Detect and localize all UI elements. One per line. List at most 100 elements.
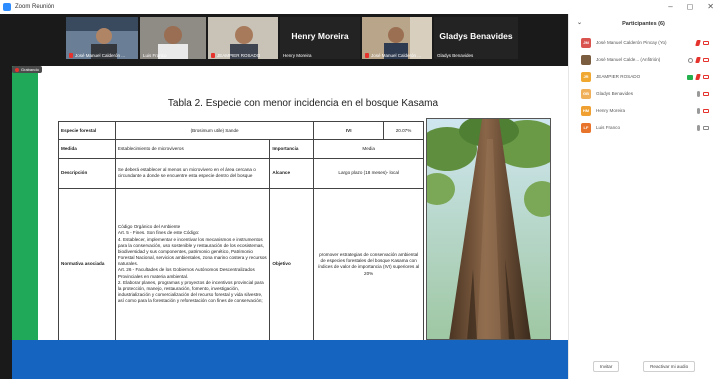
participant-big-name: Gladys Benavides [439, 31, 513, 41]
video-icon[interactable] [703, 126, 709, 130]
participant-name: Gladys Benavides [596, 91, 634, 96]
mic-icon[interactable] [697, 108, 700, 114]
window-controls: – ◻ ✕ [668, 2, 714, 11]
table-cell: Se deberá establecer al menos un microvi… [114, 157, 271, 189]
participant-item[interactable]: JR JEAMPIER ROSADO [569, 68, 718, 85]
avatar: GB [581, 88, 591, 99]
table-row: Normativa asociada Código Orgánico del A… [58, 187, 424, 342]
record-dot-icon [15, 67, 19, 72]
video-tile[interactable]: Gladys Benavides Gladys Benavides [434, 17, 518, 59]
chevron-down-icon[interactable]: ⌄ [577, 19, 582, 26]
species-table: Especie forestal (Brosimum utile) Sande … [58, 120, 424, 342]
avatar: JR [581, 71, 591, 82]
table-row: Especie forestal (Brosimum utile) Sande … [58, 120, 424, 141]
zoom-logo-icon [3, 3, 11, 11]
participants-footer: Invitar Reactivar mi audio [569, 361, 718, 372]
participant-name: JEAMPIER ROSADO [217, 53, 261, 58]
invite-button[interactable]: Invitar [592, 361, 620, 372]
tree-photo [426, 118, 551, 340]
table-row: Medida Establecimiento de microviveros I… [58, 139, 424, 159]
participant-item[interactable]: JM José Manuel Calderón Pincay (Yo) [569, 34, 718, 51]
muted-mic-icon[interactable] [695, 57, 701, 63]
avatar: LF [581, 122, 591, 133]
participant-item[interactable]: LF Luis Franco [569, 119, 718, 136]
table-cell: Importancia [269, 139, 315, 159]
tree-image-icon [427, 119, 550, 339]
participant-item[interactable]: José Manuel Calde... (Anfitrión) [569, 51, 718, 68]
participant-item[interactable]: HM Henry Moreira [569, 102, 718, 119]
normativa-line: 4. Establecer, implementar e incentivar … [117, 236, 267, 267]
meeting-area: José Manuel Calderón ... Luis Franco JEA… [0, 14, 568, 379]
muted-mic-icon[interactable] [695, 74, 701, 80]
participant-name: JEAMPIER ROSADO [596, 74, 641, 79]
table-cell: IVI [313, 120, 385, 141]
avatar: JM [581, 37, 591, 48]
title-bar: Zoom Reunión – ◻ ✕ [0, 0, 718, 14]
video-tile[interactable]: José Manuel Calderón ... [362, 17, 432, 59]
participant-name: Luis Franco [596, 125, 621, 130]
avatar [581, 54, 591, 65]
table-cell: Especie forestal [58, 120, 116, 141]
video-tile[interactable]: José Manuel Calderón ... [66, 17, 138, 59]
muted-mic-icon[interactable] [695, 40, 701, 46]
participant-name: Henry Moreira [283, 53, 312, 58]
table-cell: Alcance [269, 157, 315, 189]
table-cell: Descripción [58, 157, 116, 189]
video-off-icon[interactable] [703, 92, 709, 96]
recording-indicator[interactable]: Grabando [12, 66, 42, 73]
screen-share-icon[interactable] [687, 74, 693, 80]
participants-list: JM José Manuel Calderón Pincay (Yo) José… [569, 34, 718, 136]
video-tile[interactable]: Henry Moreira Henry Moreira [280, 17, 360, 59]
zoom-window: Zoom Reunión – ◻ ✕ José Manuel Calderón … [0, 0, 718, 379]
muted-mic-icon [211, 53, 215, 58]
window-title: Zoom Reunión [15, 4, 55, 10]
slide-title: Tabla 2. Especie con menor incidencia en… [167, 98, 439, 109]
mic-icon[interactable] [697, 91, 700, 97]
maximize-button[interactable]: ◻ [687, 2, 694, 11]
shared-slide: Tabla 2. Especie con menor incidencia en… [38, 66, 568, 379]
participant-name: Gladys Benavides [437, 53, 474, 58]
minimize-button[interactable]: – [668, 2, 672, 11]
participants-header: ⌄ Participantes (6) [569, 14, 718, 34]
video-off-icon[interactable] [703, 41, 709, 45]
table-cell: 20.07% [383, 120, 424, 141]
video-tile[interactable]: JEAMPIER ROSADO [208, 17, 278, 59]
normativa-cell: Código Orgánico del Ambiente Art. 5 - Fi… [114, 187, 271, 342]
muted-mic-icon [69, 53, 73, 58]
normativa-line: Art. 26 - Facultades de los Gobiernos Au… [117, 267, 255, 279]
table-cell: Establecimiento de microviveros [114, 139, 271, 159]
participant-name: José Manuel Calderón ... [75, 53, 126, 58]
video-strip: José Manuel Calderón ... Luis Franco JEA… [0, 14, 568, 61]
table-cell: Media [313, 139, 424, 159]
mic-icon[interactable] [697, 125, 700, 131]
participant-big-name: Henry Moreira [291, 31, 349, 41]
close-button[interactable]: ✕ [707, 2, 714, 11]
avatar: HM [581, 105, 591, 116]
participant-name: José Manuel Calderón Pincay (Yo) [596, 40, 667, 45]
info-icon[interactable] [688, 57, 693, 63]
participant-name: José Manuel Calde... (Anfitrión) [596, 57, 661, 62]
recording-label: Grabando [21, 67, 39, 72]
table-cell: Normativa asociada [58, 187, 116, 342]
participants-panel: ⌄ Participantes (6) JM José Manuel Calde… [568, 14, 718, 379]
normativa-line: 2. Elaborar planes, programas y proyecto… [117, 279, 264, 304]
slide-footer-bar [12, 340, 568, 379]
table-cell: Objetivo [269, 187, 315, 342]
video-off-icon[interactable] [703, 109, 709, 113]
participant-name: José Manuel Calderón ... [371, 53, 422, 58]
table-cell: (Brosimum utile) Sande [114, 120, 315, 141]
participant-item[interactable]: GB Gladys Benavides [569, 85, 718, 102]
participants-title: Participantes (6) [622, 21, 665, 27]
presentation-sidebar [12, 66, 38, 379]
video-off-icon[interactable] [703, 75, 709, 79]
participant-name: Henry Moreira [596, 108, 626, 113]
table-cell: promover estrategias de conservación amb… [313, 187, 424, 342]
video-off-icon[interactable] [703, 58, 709, 62]
table-row: Descripción Se deberá establecer al meno… [58, 157, 424, 189]
video-tile[interactable]: Luis Franco [140, 17, 206, 59]
participant-name: Luis Franco [143, 53, 167, 58]
table-cell: Largo plazo (18 meses)- local [313, 157, 424, 189]
table-cell: Medida [58, 139, 116, 159]
muted-mic-icon [365, 53, 369, 58]
unmute-button[interactable]: Reactivar mi audio [643, 361, 696, 372]
